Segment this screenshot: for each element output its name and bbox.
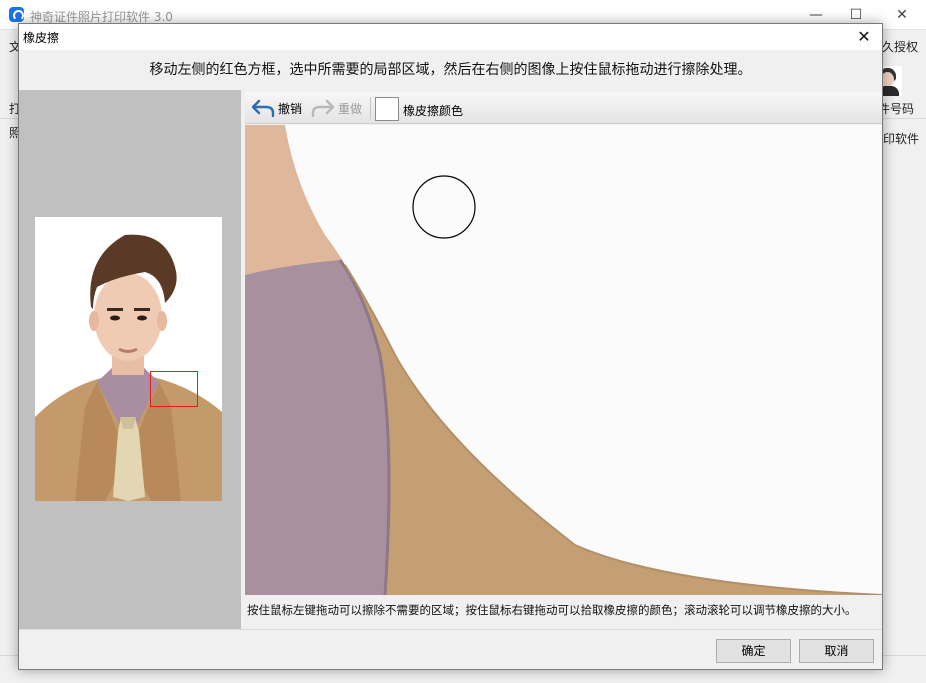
redo-button[interactable]: 重做 — [311, 97, 362, 119]
dialog-titlebar: 橡皮擦 ✕ — [19, 24, 882, 50]
print-software-label: 印软件 — [883, 132, 920, 146]
edit-area: 撤销 重做 橡皮擦颜色 按住鼠标左键拖动可以擦除不需要的区域；按住鼠标右键拖动可… — [245, 90, 882, 629]
preview-panel — [19, 90, 241, 629]
undo-button[interactable]: 撤销 — [251, 97, 302, 119]
app-logo-icon — [9, 7, 24, 22]
undo-label: 撤销 — [278, 101, 303, 116]
redo-arrow-icon — [311, 99, 335, 118]
toolbar-separator — [370, 97, 371, 119]
redo-label: 重做 — [338, 101, 363, 116]
eraser-color-swatch[interactable] — [375, 97, 399, 121]
portrait-image — [35, 217, 222, 501]
usage-hint: 按住鼠标左键拖动可以擦除不需要的区域；按住鼠标右键拖动可以拾取橡皮擦的颜色；滚动… — [247, 603, 857, 617]
edit-canvas[interactable] — [245, 125, 882, 595]
eraser-dialog: 橡皮擦 ✕ 移动左侧的红色方框，选中所需要的局部区域，然后在右侧的图像上按住鼠标… — [18, 23, 883, 670]
selection-box[interactable] — [150, 371, 198, 407]
eraser-color-label: 橡皮擦颜色 — [403, 104, 464, 118]
id-number-label: 件号码 — [878, 102, 915, 116]
portrait-thumbnail[interactable] — [35, 217, 222, 501]
undo-arrow-icon — [251, 99, 275, 118]
instruction-text: 移动左侧的红色方框，选中所需要的局部区域，然后在右侧的图像上按住鼠标拖动进行擦除… — [19, 50, 882, 90]
dialog-title: 橡皮擦 — [23, 31, 60, 45]
eraser-cursor-circle — [412, 175, 476, 239]
license-link[interactable]: 久授权 — [882, 38, 918, 55]
eraser-toolbar: 撤销 重做 橡皮擦颜色 — [245, 92, 882, 124]
app-close-button[interactable]: ✕ — [880, 0, 924, 30]
dialog-footer: 确定 取消 — [19, 629, 882, 669]
dialog-close-button[interactable]: ✕ — [852, 25, 876, 49]
cancel-button[interactable]: 取消 — [799, 639, 874, 663]
ok-button[interactable]: 确定 — [716, 639, 791, 663]
zoomed-image — [245, 125, 882, 595]
